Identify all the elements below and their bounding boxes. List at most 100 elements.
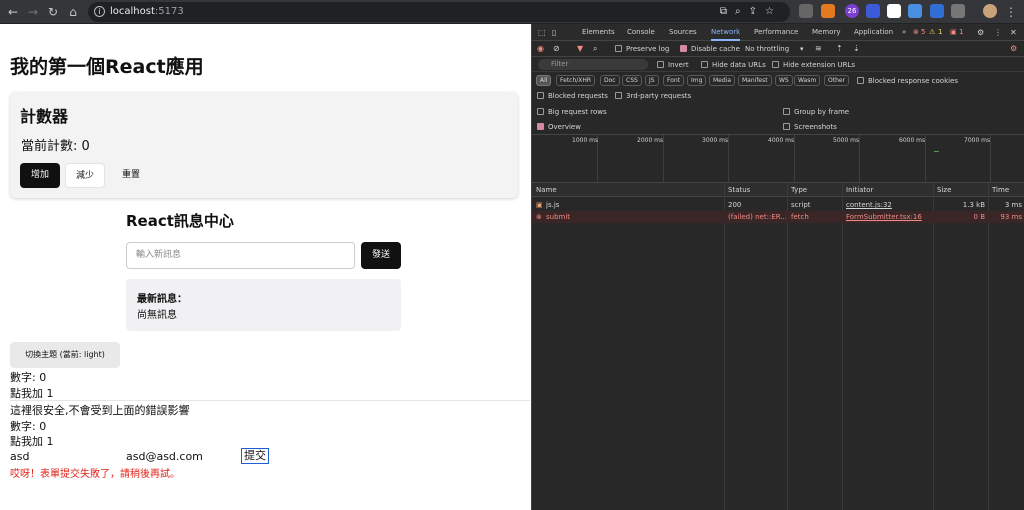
devtools-menu-icon[interactable]: ⋮ bbox=[994, 24, 1002, 41]
filter-type-ws[interactable]: WS bbox=[775, 75, 793, 86]
import-har-icon[interactable]: ⇡ bbox=[836, 43, 843, 55]
column-size[interactable]: Size bbox=[933, 183, 951, 197]
hide-data-urls-checkbox[interactable] bbox=[701, 61, 708, 68]
network-overview-timeline[interactable]: 1000 ms 2000 ms 3000 ms 4000 ms 5000 ms … bbox=[532, 134, 1024, 184]
request-type: script bbox=[791, 201, 811, 209]
filter-type-js[interactable]: JS bbox=[645, 75, 659, 86]
extension-icon[interactable] bbox=[799, 4, 813, 18]
filter-type-other[interactable]: Other bbox=[824, 75, 850, 86]
address-bar[interactable]: i localhost:5173 ⧉⌕⇪☆ bbox=[88, 2, 790, 22]
submit-button[interactable]: 提交 bbox=[241, 448, 269, 464]
request-initiator-link[interactable]: content.js:32 bbox=[846, 199, 892, 211]
translate-icon[interactable]: ⧉ bbox=[720, 6, 735, 17]
message-input[interactable]: 輸入新訊息 bbox=[126, 242, 355, 269]
bookmark-star-icon[interactable]: ☆ bbox=[765, 6, 782, 17]
tab-memory[interactable]: Memory bbox=[812, 24, 840, 41]
table-row[interactable]: ▣ js.js 200 script content.js:32 1.3 kB … bbox=[532, 199, 1024, 211]
extension-badge-icon[interactable]: 26 bbox=[845, 4, 859, 18]
blocked-requests-checkbox[interactable] bbox=[537, 92, 544, 99]
tab-elements[interactable]: Elements bbox=[582, 24, 615, 41]
third-party-requests-checkbox[interactable] bbox=[615, 92, 622, 99]
blocked-response-cookies-checkbox[interactable] bbox=[857, 77, 864, 84]
column-type[interactable]: Type bbox=[787, 183, 807, 197]
avatar[interactable] bbox=[983, 4, 997, 18]
filter-type-font[interactable]: Font bbox=[663, 75, 685, 86]
inspect-element-icon[interactable]: ⬚ bbox=[538, 24, 546, 41]
column-divider bbox=[933, 183, 934, 510]
error-count: 5 bbox=[921, 28, 926, 36]
warning-count-icon[interactable]: ⚠ bbox=[929, 24, 935, 41]
extensions-puzzle-icon[interactable] bbox=[951, 4, 965, 18]
request-initiator-link[interactable]: FormSubmitter.tsx:16 bbox=[846, 211, 922, 223]
filter-type-all[interactable]: All bbox=[536, 75, 552, 86]
close-devtools-icon[interactable]: ✕ bbox=[1010, 24, 1017, 41]
filter-funnel-icon[interactable]: ▼ bbox=[577, 43, 583, 55]
site-info-icon[interactable]: i bbox=[94, 6, 105, 17]
decrease-button[interactable]: 減少 bbox=[65, 163, 105, 188]
chevron-down-icon[interactable]: ▾ bbox=[800, 43, 804, 55]
tab-network[interactable]: Network bbox=[711, 24, 741, 41]
column-divider bbox=[842, 183, 843, 510]
toggle-theme-button[interactable]: 切換主題 (當前: light) bbox=[10, 342, 120, 368]
filter-type-media[interactable]: Media bbox=[709, 75, 736, 86]
share-icon[interactable]: ⇪ bbox=[749, 6, 765, 17]
table-row[interactable]: ⊗ submit (failed) net::ER... fetch FormS… bbox=[532, 211, 1024, 223]
invert-checkbox[interactable] bbox=[657, 61, 664, 68]
add-one-button[interactable]: 點我加 1 bbox=[10, 385, 54, 401]
request-time: 93 ms bbox=[1000, 213, 1022, 221]
extension-fox-icon[interactable] bbox=[821, 4, 835, 18]
name-field[interactable]: asd bbox=[10, 450, 29, 463]
clear-icon[interactable]: ⊘ bbox=[553, 43, 560, 55]
request-size: 1.3 kB bbox=[962, 201, 985, 209]
back-icon[interactable]: ← bbox=[4, 3, 22, 21]
filter-input[interactable]: Filter bbox=[538, 59, 648, 70]
search-icon[interactable]: ⌕ bbox=[593, 43, 597, 55]
tab-sources[interactable]: Sources bbox=[669, 24, 697, 41]
big-request-rows-checkbox[interactable] bbox=[537, 108, 544, 115]
export-har-icon[interactable]: ⇣ bbox=[853, 43, 860, 55]
increase-button[interactable]: 增加 bbox=[20, 163, 60, 188]
issues-icon[interactable]: ▣ bbox=[950, 24, 957, 41]
filter-type-img[interactable]: Img bbox=[687, 75, 707, 86]
zoom-icon[interactable]: ⌕ bbox=[735, 6, 749, 17]
column-name[interactable]: Name bbox=[532, 183, 557, 197]
screenshots-checkbox[interactable] bbox=[783, 123, 790, 130]
filter-type-css[interactable]: CSS bbox=[622, 75, 642, 86]
forward-icon[interactable]: → bbox=[24, 3, 42, 21]
filter-type-doc[interactable]: Doc bbox=[600, 75, 620, 86]
network-settings-icon[interactable]: ⚙ bbox=[1010, 43, 1017, 55]
menu-kebab-icon[interactable]: ⋮ bbox=[1002, 3, 1020, 21]
column-initiator[interactable]: Initiator bbox=[842, 183, 873, 197]
add-one-button-2[interactable]: 點我加 1 bbox=[10, 433, 54, 449]
home-icon[interactable]: ⌂ bbox=[64, 3, 82, 21]
tab-console[interactable]: Console bbox=[627, 24, 655, 41]
network-conditions-icon[interactable]: ≋ bbox=[815, 43, 822, 55]
email-field[interactable]: asd@asd.com bbox=[126, 450, 203, 463]
extension-arrow-icon[interactable] bbox=[908, 4, 922, 18]
disable-cache-checkbox[interactable] bbox=[680, 45, 687, 52]
device-toolbar-icon[interactable]: ▯ bbox=[552, 24, 556, 41]
tab-application[interactable]: Application bbox=[854, 24, 893, 41]
github-icon[interactable] bbox=[887, 4, 901, 18]
reload-icon[interactable]: ↻ bbox=[44, 3, 62, 21]
overview-checkbox[interactable] bbox=[537, 123, 544, 130]
group-by-frame-checkbox[interactable] bbox=[783, 108, 790, 115]
filter-type-manifest[interactable]: Manifest bbox=[738, 75, 772, 86]
extension-grid-icon[interactable] bbox=[930, 4, 944, 18]
filter-type-wasm[interactable]: Wasm bbox=[794, 75, 821, 86]
column-status[interactable]: Status bbox=[724, 183, 750, 197]
record-icon[interactable]: ◉ bbox=[537, 43, 544, 55]
column-divider bbox=[988, 183, 989, 510]
more-tabs-icon[interactable]: » bbox=[902, 24, 906, 41]
column-time[interactable]: Time bbox=[988, 183, 1009, 197]
error-count-icon[interactable]: ⊗ bbox=[913, 24, 919, 41]
preserve-log-checkbox[interactable] bbox=[615, 45, 622, 52]
tab-performance[interactable]: Performance bbox=[754, 24, 798, 41]
send-button[interactable]: 發送 bbox=[361, 242, 401, 269]
throttling-select[interactable]: No throttling bbox=[745, 43, 789, 55]
settings-gear-icon[interactable]: ⚙ bbox=[977, 24, 984, 41]
extension-blue-icon[interactable] bbox=[866, 4, 880, 18]
filter-type-fetch-xhr[interactable]: Fetch/XHR bbox=[556, 75, 596, 86]
reset-button[interactable]: 重置 bbox=[111, 163, 151, 188]
hide-extension-urls-checkbox[interactable] bbox=[772, 61, 779, 68]
